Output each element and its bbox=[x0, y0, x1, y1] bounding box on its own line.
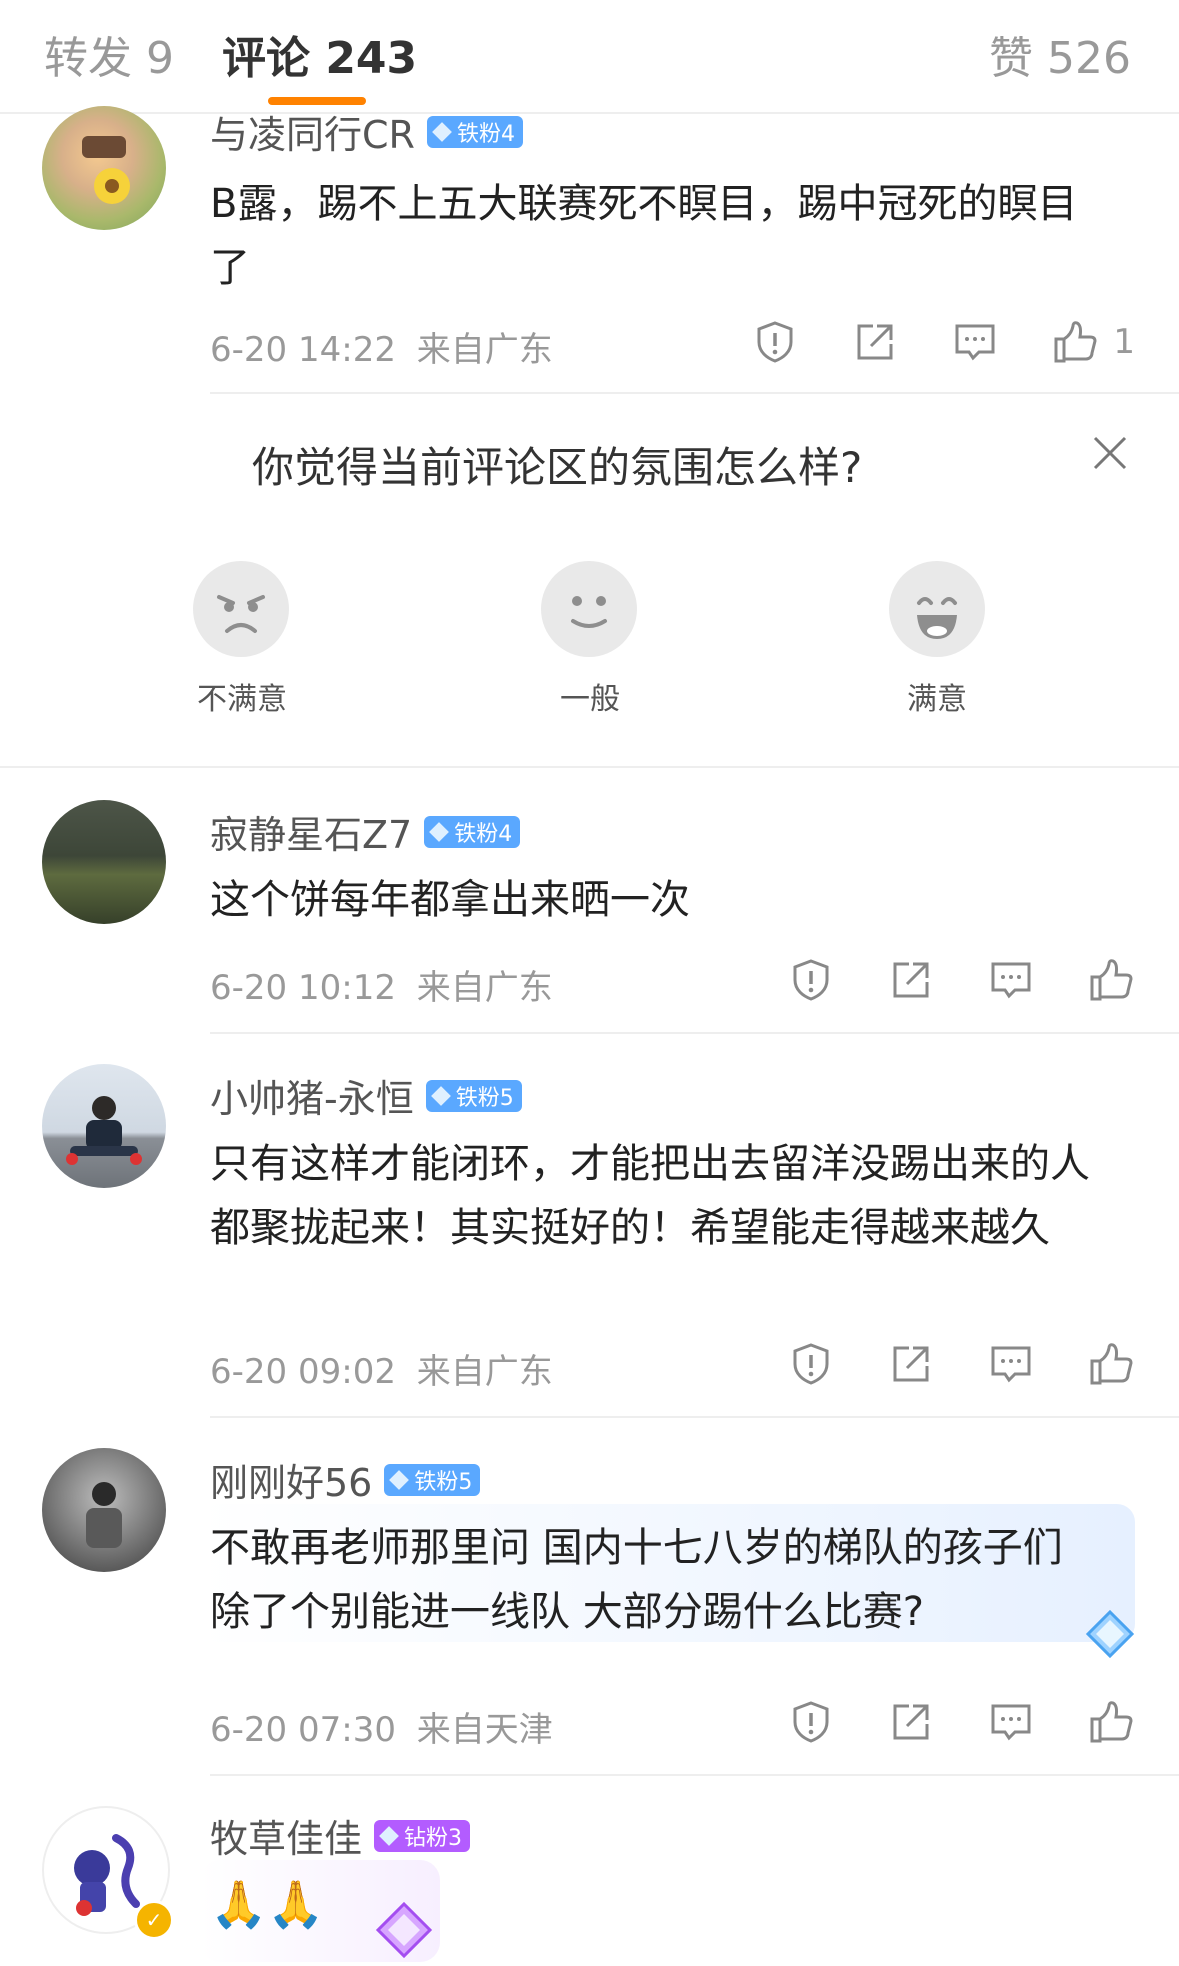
comment-location: 来自广东 bbox=[416, 330, 553, 370]
divider bbox=[210, 392, 1179, 394]
avatar-image bbox=[86, 1482, 122, 1548]
comment-time: 6-20 09:02 bbox=[210, 1352, 396, 1392]
like-icon[interactable] bbox=[1051, 318, 1099, 366]
comment-meta: 6-20 10:12 来自广东 bbox=[210, 960, 553, 1009]
report-icon[interactable] bbox=[787, 956, 835, 1004]
divider bbox=[210, 1774, 1179, 1776]
fan-badge[interactable]: 铁粉4 bbox=[424, 815, 521, 848]
fan-badge[interactable]: 铁粉4 bbox=[426, 115, 523, 148]
survey-title: 你觉得当前评论区的氛围怎么样? bbox=[252, 443, 863, 492]
comment-text[interactable]: B露，踢不上五大联赛死不瞑目，踢中冠死的瞑目了 bbox=[210, 172, 1090, 300]
comment-text[interactable]: 这个饼每年都拿出来晒一次 bbox=[210, 868, 1110, 932]
comment-time: 6-20 10:12 bbox=[210, 968, 396, 1008]
comment-meta: 6-20 07:30 来自天津 bbox=[210, 1702, 553, 1751]
report-icon[interactable] bbox=[751, 318, 799, 366]
comment-location: 来自广东 bbox=[416, 1352, 553, 1392]
comment-time: 6-20 14:22 bbox=[210, 330, 396, 370]
comment-meta: 6-20 09:02 来自广东 bbox=[210, 1344, 553, 1393]
fan-badge[interactable]: 铁粉5 bbox=[425, 1079, 522, 1112]
verified-icon: ✓ bbox=[134, 1900, 174, 1940]
gem-icon bbox=[389, 1469, 410, 1490]
avatar[interactable] bbox=[42, 800, 166, 924]
avatar-image bbox=[82, 136, 130, 204]
gem-icon bbox=[430, 1085, 451, 1106]
section-divider bbox=[0, 766, 1179, 768]
share-icon[interactable] bbox=[851, 318, 899, 366]
comment-text[interactable]: 🙏🙏 bbox=[210, 1872, 1110, 1936]
like-count: 1 bbox=[1113, 322, 1135, 362]
share-icon[interactable] bbox=[887, 1698, 935, 1746]
like-icon[interactable] bbox=[1087, 1698, 1135, 1746]
unsatisfied-face-icon[interactable] bbox=[193, 561, 289, 657]
divider bbox=[210, 1032, 1179, 1034]
neutral-face-icon[interactable] bbox=[541, 561, 637, 657]
tab-comment[interactable]: 评论 243 bbox=[222, 22, 417, 86]
username-text[interactable]: 刚刚好56 bbox=[210, 1452, 372, 1507]
badge-label: 铁粉4 bbox=[456, 121, 515, 147]
like-icon[interactable] bbox=[1087, 1340, 1135, 1388]
survey-option-unsatisfied[interactable]: 不满意 bbox=[197, 674, 287, 718]
share-icon[interactable] bbox=[887, 1340, 935, 1388]
report-icon[interactable] bbox=[787, 1698, 835, 1746]
comment-text[interactable]: 不敢再老师那里问 国内十七八岁的梯队的孩子们 除了个别能进一线队 大部分踢什么比… bbox=[210, 1516, 1110, 1644]
report-icon[interactable] bbox=[787, 1340, 835, 1388]
satisfied-face-icon[interactable] bbox=[889, 561, 985, 657]
share-icon[interactable] bbox=[887, 956, 935, 1004]
username-text[interactable]: 小帅猪-永恒 bbox=[210, 1068, 414, 1123]
comment-text[interactable]: 只有这样才能闭环，才能把出去留洋没踢出来的人都聚拢起来！其实挺好的！希望能走得越… bbox=[210, 1132, 1110, 1260]
atmosphere-survey: 你觉得当前评论区的氛围怎么样? 不满意 一般 满意 bbox=[0, 398, 1179, 766]
fan-badge[interactable]: 铁粉5 bbox=[384, 1463, 481, 1496]
username-text[interactable]: 寂静星石Z7 bbox=[210, 804, 412, 859]
comment-actions bbox=[787, 1698, 1135, 1746]
like-icon[interactable] bbox=[1087, 956, 1135, 1004]
avatar-image bbox=[66, 1096, 142, 1165]
diamond-fan-badge[interactable]: 钻粉3 bbox=[374, 1819, 471, 1852]
avatar[interactable] bbox=[42, 1448, 166, 1572]
comment-time: 6-20 07:30 bbox=[210, 1710, 396, 1750]
comment-tabs: 转发 9 评论 243 赞 526 bbox=[0, 0, 1179, 114]
diamond-decoration-icon bbox=[372, 1898, 436, 1962]
badge-label: 铁粉5 bbox=[455, 1085, 514, 1111]
badge-label: 铁粉5 bbox=[414, 1469, 473, 1495]
close-icon[interactable] bbox=[1085, 428, 1135, 478]
avatar[interactable] bbox=[42, 106, 166, 230]
diamond-decoration-icon bbox=[1082, 1606, 1138, 1662]
comment-meta: 6-20 14:22 来自广东 bbox=[210, 322, 553, 371]
comment-actions bbox=[787, 956, 1135, 1004]
gem-icon bbox=[432, 121, 452, 142]
gem-icon bbox=[429, 821, 450, 842]
gem-icon bbox=[379, 1825, 399, 1846]
reply-icon[interactable] bbox=[951, 318, 999, 366]
survey-option-neutral[interactable]: 一般 bbox=[560, 674, 620, 718]
comment-actions bbox=[787, 1340, 1135, 1388]
reply-icon[interactable] bbox=[987, 1340, 1035, 1388]
comment-username[interactable]: 小帅猪-永恒 铁粉5 bbox=[210, 1068, 522, 1123]
comment-actions: 1 bbox=[751, 318, 1135, 366]
badge-label: 铁粉4 bbox=[454, 821, 513, 847]
comment-location: 来自广东 bbox=[416, 968, 553, 1008]
username-text[interactable]: 牧草佳佳 bbox=[210, 1808, 362, 1863]
tab-repost[interactable]: 转发 9 bbox=[44, 22, 174, 86]
reply-icon[interactable] bbox=[987, 956, 1035, 1004]
badge-label: 钻粉3 bbox=[404, 1825, 463, 1851]
username-text[interactable]: 与凌同行CR bbox=[210, 104, 415, 159]
tab-like[interactable]: 赞 526 bbox=[989, 22, 1131, 86]
reply-icon[interactable] bbox=[987, 1698, 1035, 1746]
comment-username[interactable]: 与凌同行CR 铁粉4 bbox=[210, 104, 523, 159]
comment-location: 来自天津 bbox=[416, 1710, 553, 1750]
comment-username[interactable]: 刚刚好56 铁粉5 bbox=[210, 1452, 481, 1507]
comment-username[interactable]: 牧草佳佳 钻粉3 bbox=[210, 1808, 471, 1863]
comment-username[interactable]: 寂静星石Z7 铁粉4 bbox=[210, 804, 521, 859]
avatar[interactable] bbox=[42, 1064, 166, 1188]
survey-option-satisfied[interactable]: 满意 bbox=[907, 674, 967, 718]
divider bbox=[210, 1416, 1179, 1418]
